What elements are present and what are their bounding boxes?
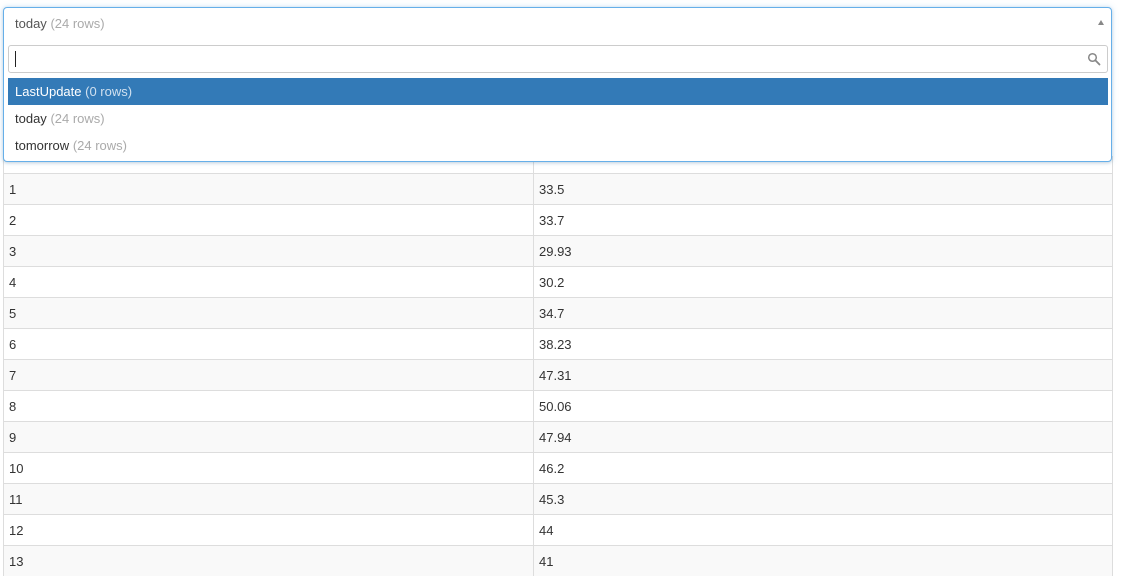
table-row: 4 30.2	[3, 266, 1113, 298]
text-cursor	[15, 51, 16, 67]
table-cell-value: 46.2	[533, 452, 1113, 484]
option-list: LastUpdate (0 rows) today (24 rows) tomo…	[8, 78, 1108, 159]
table-cell-value: 33.5	[533, 173, 1113, 205]
table-cell-hour: 5	[3, 297, 534, 329]
selected-option-label: today	[15, 16, 47, 31]
search-input[interactable]	[9, 46, 1079, 72]
option-label: LastUpdate	[15, 84, 82, 99]
dataset-select-control[interactable]: today (24 rows)	[4, 8, 1111, 41]
option-count: (24 rows)	[72, 138, 127, 153]
table-row: 11 45.3	[3, 483, 1113, 515]
table-cell-value: 47.94	[533, 421, 1113, 453]
caret-up-icon[interactable]	[1098, 20, 1104, 25]
table-cell-value: 50.06	[533, 390, 1113, 422]
table-row: 1 33.5	[3, 173, 1113, 205]
table-cell-value: 47.31	[533, 359, 1113, 391]
table-cell-value: 34.7	[533, 297, 1113, 329]
table-cell-hour: 7	[3, 359, 534, 391]
option-label: tomorrow	[15, 138, 70, 153]
table-cell-value: 44	[533, 514, 1113, 546]
data-table-container: 1 33.5 2 33.7 3 29.93 4 30.2 5 34.7 6 38…	[3, 156, 1113, 576]
table-cell-hour: 10	[3, 452, 534, 484]
option-count: (24 rows)	[50, 111, 105, 126]
table-row: 7 47.31	[3, 359, 1113, 391]
table-cell-hour: 9	[3, 421, 534, 453]
search-icon	[1087, 52, 1101, 66]
table-row: 8 50.06	[3, 390, 1113, 422]
table-row: 2 33.7	[3, 204, 1113, 236]
dataset-select-dropdown: today (24 rows) LastUpdate (0 rows) toda…	[3, 7, 1112, 162]
table-cell-hour: 4	[3, 266, 534, 298]
option-tomorrow[interactable]: tomorrow (24 rows)	[8, 132, 1108, 159]
option-lastupdate[interactable]: LastUpdate (0 rows)	[8, 78, 1108, 105]
table-cell-hour: 6	[3, 328, 534, 360]
table-row: 6 38.23	[3, 328, 1113, 360]
page: 1 33.5 2 33.7 3 29.93 4 30.2 5 34.7 6 38…	[0, 0, 1123, 576]
option-count: (0 rows)	[85, 84, 133, 99]
selected-option-count: (24 rows)	[50, 16, 105, 31]
table-cell-hour: 2	[3, 204, 534, 236]
table-cell-value: 30.2	[533, 266, 1113, 298]
table-cell-hour: 3	[3, 235, 534, 267]
table-row: 13 41	[3, 545, 1113, 576]
table-row: 5 34.7	[3, 297, 1113, 329]
option-label: today	[15, 111, 47, 126]
table-cell-value: 29.93	[533, 235, 1113, 267]
table-cell-value: 45.3	[533, 483, 1113, 515]
table-cell-hour: 8	[3, 390, 534, 422]
table-cell-value: 33.7	[533, 204, 1113, 236]
table-cell-hour: 12	[3, 514, 534, 546]
table-row: 3 29.93	[3, 235, 1113, 267]
data-table: 1 33.5 2 33.7 3 29.93 4 30.2 5 34.7 6 38…	[3, 156, 1113, 576]
table-row: 12 44	[3, 514, 1113, 546]
table-row: 10 46.2	[3, 452, 1113, 484]
table-row: 9 47.94	[3, 421, 1113, 453]
table-cell-hour: 13	[3, 545, 534, 576]
search-box	[8, 45, 1108, 73]
table-cell-value: 38.23	[533, 328, 1113, 360]
table-cell-value: 41	[533, 545, 1113, 576]
table-cell-hour: 11	[3, 483, 534, 515]
option-today[interactable]: today (24 rows)	[8, 105, 1108, 132]
table-cell-hour: 1	[3, 173, 534, 205]
